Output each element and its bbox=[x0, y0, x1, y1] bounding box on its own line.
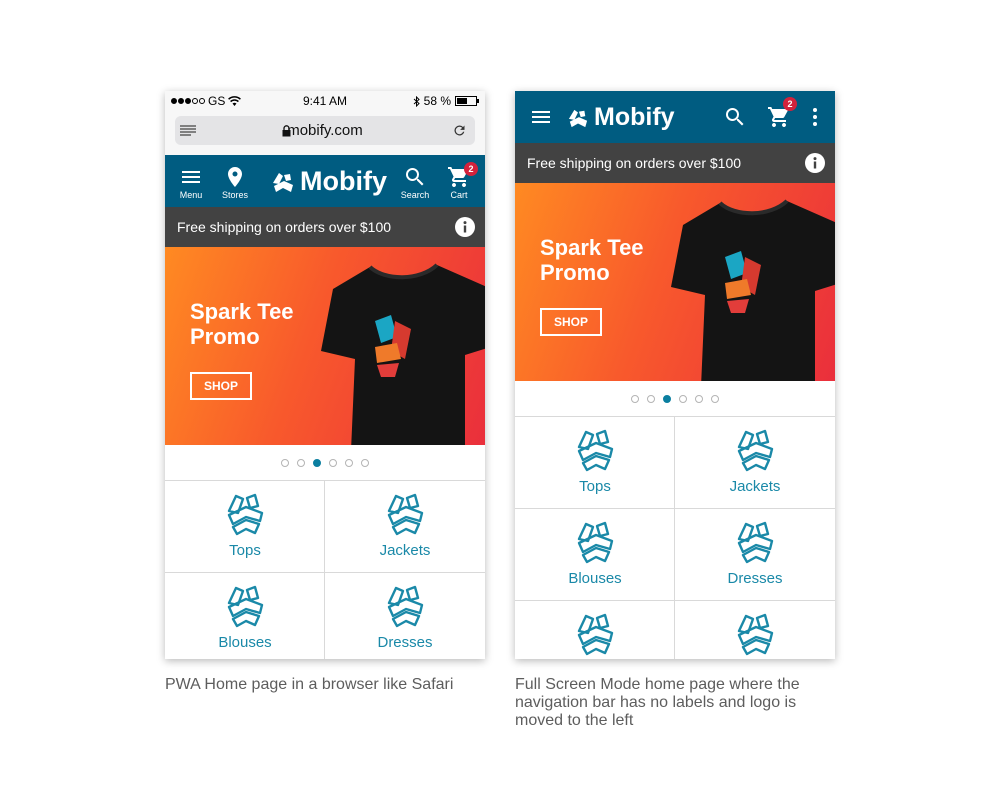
hero-title-line-2: Promo bbox=[190, 324, 260, 349]
category-label: Blouses bbox=[568, 570, 622, 587]
shipping-banner-text: Free shipping on orders over $100 bbox=[177, 219, 392, 235]
category-label: Dresses bbox=[377, 634, 433, 651]
location-pin-icon bbox=[228, 167, 242, 187]
cart-count-badge: 2 bbox=[783, 97, 797, 111]
category-icon bbox=[572, 611, 618, 657]
carousel-dot[interactable] bbox=[329, 459, 337, 467]
carousel-dot[interactable] bbox=[297, 459, 305, 467]
category-icon bbox=[382, 491, 428, 537]
bluetooth-icon bbox=[413, 95, 420, 107]
category-tile[interactable]: Tops bbox=[515, 417, 675, 509]
category-tile[interactable]: Jackets bbox=[325, 481, 485, 573]
carousel-dot[interactable] bbox=[631, 395, 639, 403]
menu-icon[interactable] bbox=[529, 105, 553, 129]
hero-title-line-1: Spark Tee bbox=[540, 235, 644, 260]
category-tile[interactable] bbox=[515, 601, 675, 659]
shipping-banner: Free shipping on orders over $100 bbox=[165, 207, 485, 247]
category-icon bbox=[222, 491, 268, 537]
hero-title: Spark Tee Promo bbox=[190, 299, 330, 349]
category-tile[interactable]: Dresses bbox=[325, 573, 485, 659]
category-label: Jackets bbox=[379, 542, 431, 559]
info-icon[interactable] bbox=[455, 217, 475, 237]
category-icon bbox=[732, 519, 778, 565]
hero-banner[interactable]: Spark Tee Promo SHOP bbox=[165, 247, 485, 445]
t-shirt-image bbox=[315, 259, 485, 445]
caption-browser-mode: PWA Home page in a browser like Safari bbox=[165, 676, 454, 693]
caption-fullscreen-mode: Full Screen Mode home page where the nav… bbox=[515, 676, 800, 729]
logo-text: Mobify bbox=[300, 166, 387, 196]
menu-button[interactable]: Menu bbox=[167, 165, 215, 200]
t-shirt-image bbox=[665, 195, 835, 381]
carousel-dot[interactable] bbox=[281, 459, 289, 467]
category-label: Blouses bbox=[218, 634, 272, 651]
cart-count-badge: 2 bbox=[464, 162, 478, 176]
carousel-dot[interactable] bbox=[361, 459, 369, 467]
reload-icon[interactable] bbox=[452, 123, 467, 138]
category-grid: Tops Jackets Blouses Dresses bbox=[165, 480, 485, 659]
category-label: Tops bbox=[579, 478, 611, 495]
shipping-banner: Free shipping on orders over $100 bbox=[515, 143, 835, 183]
carousel-dot[interactable] bbox=[313, 459, 321, 467]
category-icon bbox=[732, 427, 778, 473]
more-vert-icon[interactable] bbox=[811, 105, 819, 129]
mobify-logo-icon bbox=[271, 171, 295, 193]
cart-button[interactable]: Cart 2 bbox=[435, 162, 483, 200]
category-grid: Tops Jackets Blouses Dresses bbox=[515, 416, 835, 659]
cart-label: Cart bbox=[450, 190, 468, 200]
hero-title-line-2: Promo bbox=[540, 260, 610, 285]
carousel-dot[interactable] bbox=[679, 395, 687, 403]
battery-icon bbox=[455, 96, 479, 106]
menu-label: Menu bbox=[179, 190, 203, 200]
category-icon bbox=[732, 611, 778, 657]
shipping-banner-text: Free shipping on orders over $100 bbox=[527, 155, 742, 171]
logo-text: Mobify bbox=[594, 103, 675, 131]
category-tile[interactable] bbox=[675, 601, 835, 659]
category-tile[interactable]: Blouses bbox=[165, 573, 325, 659]
carousel-dot[interactable] bbox=[647, 395, 655, 403]
category-tile[interactable]: Dresses bbox=[675, 509, 835, 601]
category-icon bbox=[222, 583, 268, 629]
cart-button[interactable]: 2 bbox=[767, 97, 797, 129]
category-tile[interactable]: Tops bbox=[165, 481, 325, 573]
browser-toolbar: mobify.com bbox=[165, 111, 485, 155]
carousel-dots bbox=[165, 445, 485, 481]
carousel-dot[interactable] bbox=[663, 395, 671, 403]
app-header: Menu Stores Mobify Search Cart 2 bbox=[165, 155, 485, 207]
search-icon[interactable] bbox=[723, 105, 747, 129]
mobify-logo-icon bbox=[567, 108, 589, 128]
carousel-dot[interactable] bbox=[695, 395, 703, 403]
status-bar: GS 9:41 AM 58 % bbox=[165, 91, 485, 111]
carousel-dot[interactable] bbox=[711, 395, 719, 403]
category-label: Dresses bbox=[727, 570, 783, 587]
carousel-dot[interactable] bbox=[345, 459, 353, 467]
menu-icon bbox=[179, 165, 203, 189]
search-button[interactable]: Search bbox=[391, 165, 439, 200]
address-bar[interactable]: mobify.com bbox=[175, 116, 475, 145]
url-text: mobify.com bbox=[287, 122, 363, 139]
app-header: Mobify 2 bbox=[515, 91, 835, 143]
category-tile[interactable]: Blouses bbox=[515, 509, 675, 601]
mobify-logo[interactable]: Mobify bbox=[567, 103, 675, 132]
category-icon bbox=[572, 519, 618, 565]
hero-banner[interactable]: Spark Tee Promo SHOP bbox=[515, 183, 835, 381]
category-tile[interactable]: Jackets bbox=[675, 417, 835, 509]
search-label: Search bbox=[400, 190, 430, 200]
hero-title-line-1: Spark Tee bbox=[190, 299, 294, 324]
shop-button[interactable]: SHOP bbox=[190, 372, 252, 400]
search-icon bbox=[403, 165, 427, 189]
hero-title: Spark Tee Promo bbox=[540, 235, 680, 285]
stores-button[interactable]: Stores bbox=[211, 165, 259, 200]
category-label: Jackets bbox=[729, 478, 781, 495]
battery-percent: 58 % bbox=[423, 94, 451, 108]
carousel-dots bbox=[515, 381, 835, 417]
stores-label: Stores bbox=[221, 190, 248, 200]
category-icon bbox=[572, 427, 618, 473]
info-icon[interactable] bbox=[805, 153, 825, 173]
phone-browser-mode: GS 9:41 AM 58 % mobify.com Menu Stores M… bbox=[165, 91, 485, 659]
category-label: Tops bbox=[229, 542, 261, 559]
category-icon bbox=[382, 583, 428, 629]
phone-fullscreen-mode: Mobify 2 Free shipping on orders over $1… bbox=[515, 91, 835, 659]
mobify-logo[interactable]: Mobify bbox=[271, 166, 387, 197]
shop-button[interactable]: SHOP bbox=[540, 308, 602, 336]
